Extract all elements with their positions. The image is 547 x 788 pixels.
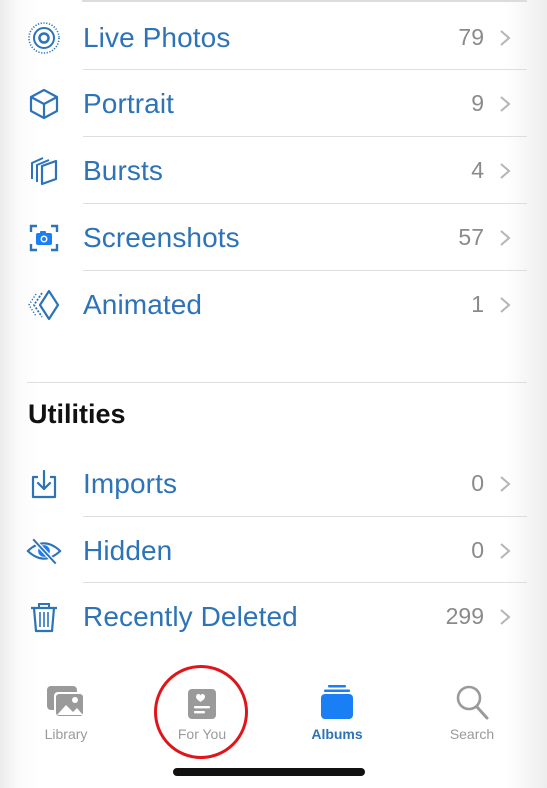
utility-row-hidden[interactable]: Hidden 0: [0, 517, 547, 584]
annotation-circle: [154, 665, 248, 759]
album-label: Bursts: [83, 154, 163, 186]
photos-stack-icon: [16, 678, 116, 720]
chevron-right-icon: [500, 542, 511, 559]
album-row-live-photos[interactable]: Live Photos 79: [0, 4, 547, 71]
tab-library[interactable]: Library: [16, 678, 116, 742]
album-row-bursts[interactable]: Bursts 4: [0, 137, 547, 204]
live-photos-icon: [26, 20, 62, 56]
album-count: 4: [471, 157, 484, 183]
tab-label: Albums: [311, 726, 363, 742]
album-label: Portrait: [83, 87, 175, 119]
chevron-right-icon: [500, 29, 511, 46]
screenshot-icon: [26, 220, 62, 256]
utility-row-recently-deleted[interactable]: Recently Deleted 299: [0, 583, 547, 650]
chevron-right-icon: [500, 95, 511, 112]
album-label: Screenshots: [83, 221, 240, 253]
albums-icon: [287, 678, 387, 720]
utility-count: 0: [471, 537, 484, 563]
utility-label: Imports: [83, 467, 178, 499]
album-row-screenshots[interactable]: Screenshots 57: [0, 204, 547, 271]
chevron-right-icon: [500, 229, 511, 246]
utility-label: Recently Deleted: [83, 600, 298, 632]
tab-label: Search: [449, 726, 495, 742]
utility-row-imports[interactable]: Imports 0: [0, 450, 547, 517]
album-label: Animated: [83, 288, 203, 320]
trash-icon: [26, 599, 62, 635]
section-divider: [27, 382, 527, 383]
top-separator: [82, 0, 527, 2]
magnifier-icon: [422, 678, 522, 720]
tab-albums[interactable]: Albums: [287, 678, 387, 742]
album-count: 1: [471, 291, 484, 317]
chevron-right-icon: [500, 608, 511, 625]
animated-icon: [26, 287, 62, 323]
bursts-icon: [26, 153, 62, 189]
tab-search[interactable]: Search: [422, 678, 522, 742]
utility-count: 299: [445, 603, 484, 629]
album-count: 9: [471, 90, 484, 116]
home-indicator[interactable]: [173, 768, 365, 776]
utility-count: 0: [471, 470, 484, 496]
cube-icon: [26, 86, 62, 122]
chevron-right-icon: [500, 296, 511, 313]
utility-label: Hidden: [83, 534, 173, 566]
section-title-utilities: Utilities: [28, 399, 126, 429]
album-count: 79: [458, 24, 484, 50]
eye-slash-icon: [26, 533, 62, 569]
album-count: 57: [458, 224, 484, 250]
tab-label: Library: [44, 726, 88, 742]
chevron-right-icon: [500, 162, 511, 179]
album-row-portrait[interactable]: Portrait 9: [0, 70, 547, 137]
album-row-animated[interactable]: Animated 1: [0, 271, 547, 338]
album-label: Live Photos: [83, 21, 231, 53]
chevron-right-icon: [500, 475, 511, 492]
import-icon: [26, 466, 62, 502]
